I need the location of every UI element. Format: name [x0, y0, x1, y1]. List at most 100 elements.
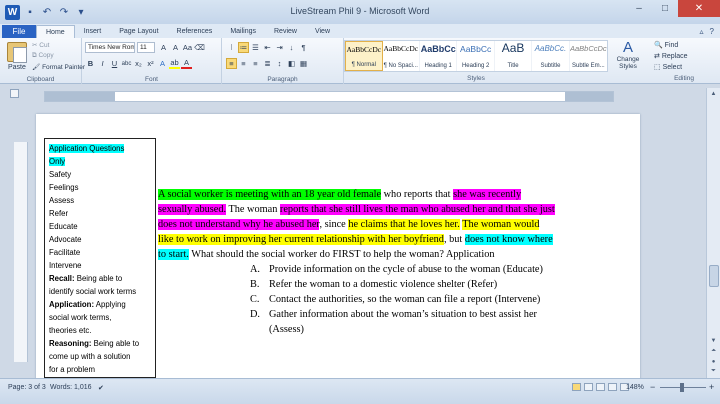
- cut-button[interactable]: ✂ Cut: [32, 41, 49, 49]
- page-count[interactable]: Page: 3 of 3: [8, 384, 46, 391]
- paste-icon[interactable]: [7, 42, 27, 63]
- strikethrough-button[interactable]: abc: [121, 58, 132, 69]
- style-subtitle[interactable]: AaBbCc. Subtitle: [532, 41, 570, 71]
- save-icon[interactable]: ▪: [23, 5, 37, 19]
- question-body[interactable]: A social worker is meeting with an 18 ye…: [158, 188, 598, 335]
- scroll-down-icon[interactable]: ▼: [707, 335, 720, 346]
- tb-line: Assess: [49, 196, 75, 205]
- close-button[interactable]: ✕: [678, 0, 720, 17]
- text-effects-button[interactable]: A: [157, 58, 168, 69]
- tab-page-layout[interactable]: Page Layout: [110, 25, 167, 38]
- next-page-icon[interactable]: ⏷: [707, 366, 720, 377]
- multilevel-list-button[interactable]: ☰: [250, 42, 261, 53]
- zoom-level[interactable]: 148%: [626, 384, 644, 391]
- styles-gallery: AaBbCcDc ¶ Normal AaBbCcDc ¶ No Spaci...…: [344, 40, 608, 72]
- style-no-spacing[interactable]: AaBbCcDc ¶ No Spaci...: [383, 41, 420, 71]
- option-letter: B.: [250, 279, 260, 290]
- change-case-button[interactable]: Aa: [182, 42, 193, 53]
- shrink-font-button[interactable]: A: [170, 42, 181, 53]
- find-button[interactable]: 🔍 Find: [654, 41, 678, 49]
- quick-access-toolbar: W ▪ ↶ ↷ ▾: [0, 0, 88, 24]
- style-subtle-emphasis[interactable]: AaBbCcDc Subtle Em...: [570, 41, 607, 71]
- style-heading-2[interactable]: AaBbCc Heading 2: [457, 41, 495, 71]
- tab-view[interactable]: View: [306, 25, 339, 38]
- tab-references[interactable]: References: [168, 25, 222, 38]
- subscript-button[interactable]: x₂: [133, 58, 144, 69]
- clear-formatting-button[interactable]: ⌫: [194, 42, 205, 53]
- borders-button[interactable]: ▦: [298, 58, 309, 69]
- outline-button[interactable]: [608, 383, 617, 391]
- scroll-up-icon[interactable]: ▲: [707, 88, 720, 99]
- tab-review[interactable]: Review: [265, 25, 306, 38]
- superscript-button[interactable]: x²: [145, 58, 156, 69]
- change-styles-button[interactable]: A Change Styles: [612, 40, 644, 74]
- line-spacing-button[interactable]: ↕: [274, 58, 285, 69]
- full-screen-reading-button[interactable]: [584, 383, 593, 391]
- maximize-button[interactable]: □: [652, 0, 678, 17]
- font-color-button[interactable]: A: [181, 58, 192, 69]
- copy-button[interactable]: ⧉ Copy: [32, 52, 54, 60]
- underline-button[interactable]: U: [109, 58, 120, 69]
- hl-text: does not know where: [464, 233, 553, 245]
- font-size-select[interactable]: 11: [137, 42, 155, 53]
- customize-icon[interactable]: ▾: [74, 5, 88, 19]
- minimize-button[interactable]: –: [626, 0, 652, 17]
- sidebar-text-box[interactable]: Application Questions Only Safety Feelin…: [44, 138, 156, 378]
- proofing-icon[interactable]: ✔: [98, 384, 104, 392]
- plain-text: , since: [319, 218, 349, 230]
- plain-text: What should the social worker do FIRST t…: [188, 248, 495, 260]
- status-bar: Page: 3 of 3 Words: 1,016 ✔ 148% − +: [0, 378, 720, 404]
- application-label: Application:: [49, 300, 95, 309]
- document-area: Application Questions Only Safety Feelin…: [0, 110, 706, 378]
- word-logo-icon[interactable]: W: [5, 4, 20, 20]
- align-center-button[interactable]: ≡: [238, 58, 249, 69]
- tab-file[interactable]: File: [2, 25, 36, 38]
- style-name: Subtitle: [540, 63, 561, 69]
- highlight-color-button[interactable]: ab: [169, 58, 180, 69]
- zoom-out-button[interactable]: −: [650, 382, 655, 392]
- shading-button[interactable]: ◧: [286, 58, 297, 69]
- grow-font-button[interactable]: A: [158, 42, 169, 53]
- word-count[interactable]: Words: 1,016: [50, 384, 92, 391]
- help-icon[interactable]: ?: [710, 27, 714, 36]
- minimize-ribbon-icon[interactable]: ▵: [700, 27, 704, 36]
- horizontal-ruler[interactable]: [44, 91, 614, 102]
- font-name-select[interactable]: Times New Rom: [85, 42, 135, 53]
- align-right-button[interactable]: ≡: [250, 58, 261, 69]
- format-painter-button[interactable]: 🖌 Format Painter: [32, 63, 85, 71]
- redo-icon[interactable]: ↷: [57, 5, 71, 19]
- style-name: Subtle Em...: [571, 63, 605, 69]
- undo-icon[interactable]: ↶: [40, 5, 54, 19]
- tab-insert[interactable]: Insert: [75, 25, 111, 38]
- tb-line-only: Only: [49, 155, 149, 168]
- bullets-button[interactable]: ⁝: [226, 42, 237, 53]
- paste-button[interactable]: Paste: [8, 64, 26, 71]
- decrease-indent-button[interactable]: ⇤: [262, 42, 273, 53]
- italic-button[interactable]: I: [97, 58, 108, 69]
- style-heading-1[interactable]: AaBbCc Heading 1: [420, 41, 458, 71]
- align-left-button[interactable]: ≡: [226, 58, 237, 69]
- cut-label: Cut: [39, 42, 50, 49]
- zoom-slider-knob[interactable]: [680, 383, 684, 392]
- reasoning-label: Reasoning:: [49, 339, 92, 348]
- show-marks-button[interactable]: ¶: [298, 42, 309, 53]
- select-button[interactable]: ⬚ Select: [654, 63, 682, 71]
- scroll-thumb[interactable]: [709, 265, 719, 287]
- justify-button[interactable]: ≣: [262, 58, 273, 69]
- numbering-button[interactable]: ≔: [238, 42, 249, 53]
- tab-home[interactable]: Home: [36, 25, 75, 38]
- zoom-in-button[interactable]: +: [709, 382, 714, 392]
- tab-mailings[interactable]: Mailings: [221, 25, 265, 38]
- increase-indent-button[interactable]: ⇥: [274, 42, 285, 53]
- print-layout-button[interactable]: [572, 383, 581, 391]
- style-title[interactable]: AaB Title: [495, 41, 533, 71]
- style-normal[interactable]: AaBbCcDc ¶ Normal: [345, 41, 383, 71]
- replace-button[interactable]: ⇄ Replace: [654, 52, 688, 60]
- bold-button[interactable]: B: [85, 58, 96, 69]
- web-layout-button[interactable]: [596, 383, 605, 391]
- tab-selector[interactable]: [10, 89, 19, 98]
- option-text: (Assess): [269, 324, 304, 335]
- vertical-scrollbar[interactable]: ▲ ▼ ⏶ ● ⏷: [706, 88, 720, 378]
- window-title: LiveStream Phil 9 - Microsoft Word: [290, 6, 430, 16]
- sort-button[interactable]: ↓: [286, 42, 297, 53]
